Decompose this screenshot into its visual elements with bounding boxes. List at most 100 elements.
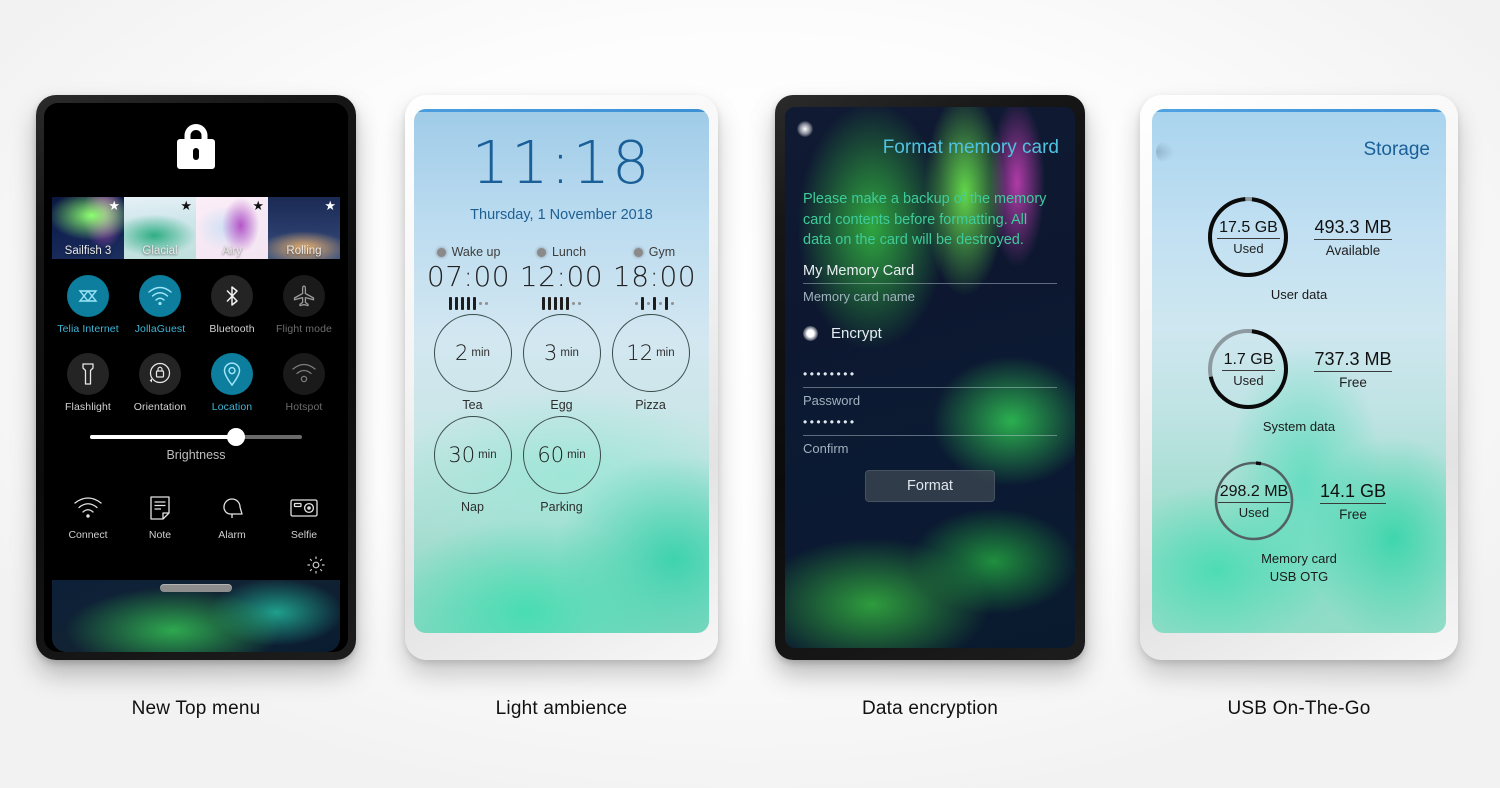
timer-row-2: 30 min Nap 60 min Parking xyxy=(428,416,695,514)
phone-top-menu: ★ Sailfish 3 ★ Glacial ★ Airy ★ Rolling xyxy=(36,95,356,660)
timer-parking[interactable]: 60 min Parking xyxy=(517,416,606,514)
timer-pizza[interactable]: 12 min Pizza xyxy=(606,314,695,412)
field-label: Confirm xyxy=(803,441,849,456)
shortcut-alarm[interactable]: Alarm xyxy=(196,491,268,541)
lock-screen: 11:18 Thursday, 1 November 2018 Wake up … xyxy=(414,109,709,633)
field-value[interactable]: My Memory Card xyxy=(803,263,1057,283)
caption-new-top-menu: New Top menu xyxy=(131,698,261,719)
free-space-info: 737.3 MB Free xyxy=(1314,349,1392,390)
mobile-data-icon xyxy=(67,275,109,317)
favorite-star-icon[interactable]: ★ xyxy=(252,199,264,212)
shortcut-label: Alarm xyxy=(218,529,246,541)
shortcut-selfie[interactable]: Selfie xyxy=(268,491,340,541)
storage-name: User data xyxy=(1270,287,1328,302)
alarm-days xyxy=(608,296,701,310)
caption-light-ambience: Light ambience xyxy=(495,698,628,719)
brightness-knob[interactable] xyxy=(227,428,246,446)
timer-value: 30 xyxy=(448,443,476,467)
favorite-star-icon[interactable]: ★ xyxy=(324,199,336,212)
wifi-icon xyxy=(139,275,181,317)
ambience-airy[interactable]: ★ Airy xyxy=(196,197,268,259)
storage-item-system-data[interactable]: 1.7 GB Used 737.3 MB Free System data xyxy=(1152,327,1446,436)
password-field[interactable]: •••••••• Password xyxy=(803,367,1057,408)
toggle-location[interactable]: Location xyxy=(196,353,268,413)
field-value[interactable]: •••••••• xyxy=(803,367,1057,387)
usage-donut: 1.7 GB Used xyxy=(1206,327,1290,411)
confirm-password-field[interactable]: •••••••• Confirm xyxy=(803,415,1057,456)
free-value: 14.1 GB xyxy=(1319,481,1387,504)
shortcut-note[interactable]: Note xyxy=(124,491,196,541)
timer-name: Parking xyxy=(540,500,583,514)
toggle-orientation[interactable]: Orientation xyxy=(124,353,196,413)
brightness-label: Brightness xyxy=(166,448,226,462)
toggle-label: Bluetooth xyxy=(209,323,255,335)
toggle-flight-mode[interactable]: Flight mode xyxy=(268,275,340,335)
ambience-label: Sailfish 3 xyxy=(64,245,112,257)
ambience-label: Airy xyxy=(222,245,242,257)
shortcut-label: Note xyxy=(148,529,172,541)
note-icon xyxy=(124,491,196,525)
alarm-item[interactable]: Gym 18:00 xyxy=(608,245,701,310)
dialog-title: Format memory card xyxy=(882,137,1059,158)
memory-card-name-field[interactable]: My Memory Card Memory card name xyxy=(803,263,1057,304)
encrypt-toggle-row[interactable]: Encrypt xyxy=(803,325,882,342)
timer-name: Egg xyxy=(550,398,573,412)
toggle-jollaguest[interactable]: JollaGuest xyxy=(124,275,196,335)
toggle-hotspot[interactable]: Hotspot xyxy=(268,353,340,413)
toggle-bluetooth[interactable]: Bluetooth xyxy=(196,275,268,335)
toggle-row-2: Flashlight Orientation Location Hotspot xyxy=(52,353,340,413)
gear-icon[interactable] xyxy=(306,555,326,575)
ambience-preview-bar[interactable] xyxy=(52,580,340,652)
toggle-telia-internet[interactable]: Telia Internet xyxy=(52,275,124,335)
timer-tea[interactable]: 2 min Tea xyxy=(428,314,517,412)
storage-item-memory-card[interactable]: 298.2 MB Used 14.1 GB Free Memory card U… xyxy=(1152,459,1446,585)
free-label: Free xyxy=(1339,506,1367,522)
airplane-icon xyxy=(283,275,325,317)
ambience-rolling[interactable]: ★ Rolling xyxy=(268,197,340,259)
shortcut-connect[interactable]: Connect xyxy=(52,491,124,541)
bluetooth-icon xyxy=(211,275,253,317)
pull-handle[interactable] xyxy=(160,584,232,592)
storage-screen: Storage 17.5 GB Used 493.3 MB Available … xyxy=(1152,109,1446,633)
timer-nap[interactable]: 30 min Nap xyxy=(428,416,517,514)
rotation-lock-icon xyxy=(139,353,181,395)
lock-icon xyxy=(177,124,215,169)
field-label: Memory card name xyxy=(803,289,915,304)
alarm-name: Wake up xyxy=(451,245,501,259)
favorite-star-icon[interactable]: ★ xyxy=(180,199,192,212)
field-value[interactable]: •••••••• xyxy=(803,415,1057,435)
favorite-star-icon[interactable]: ★ xyxy=(108,199,120,212)
alarm-name: Gym xyxy=(648,245,676,259)
usage-donut: 17.5 GB Used xyxy=(1206,195,1290,279)
caption-usb-on-the-go: USB On-The-Go xyxy=(1227,698,1371,719)
status-accent-line xyxy=(414,109,709,112)
storage-name: System data xyxy=(1262,419,1336,434)
alarm-status-dot-icon xyxy=(536,247,546,257)
shortcut-label: Selfie xyxy=(290,529,318,541)
toggle-label: Location xyxy=(211,401,253,413)
ambience-sailfish3[interactable]: ★ Sailfish 3 xyxy=(52,197,124,259)
camera-icon xyxy=(268,491,340,525)
timer-egg[interactable]: 3 min Egg xyxy=(517,314,606,412)
alarm-item[interactable]: Lunch 12:00 xyxy=(515,245,608,310)
toggle-label: Telia Internet xyxy=(57,323,119,335)
page-title: Storage xyxy=(1363,139,1430,160)
format-button[interactable]: Format xyxy=(865,470,995,502)
timer-unit: min xyxy=(567,449,586,461)
free-value: 493.3 MB xyxy=(1314,217,1392,240)
brightness-control[interactable]: Brightness xyxy=(52,428,340,462)
toggle-label: JollaGuest xyxy=(134,323,186,335)
feature-showcase: ★ Sailfish 3 ★ Glacial ★ Airy ★ Rolling xyxy=(0,0,1500,788)
alarm-list: Wake up 07:00 Lunch 12:00 Gym 18:00 xyxy=(422,245,701,310)
brightness-slider[interactable] xyxy=(90,428,302,446)
storage-item-user-data[interactable]: 17.5 GB Used 493.3 MB Available User dat… xyxy=(1152,195,1446,304)
used-value: 1.7 GB xyxy=(1221,351,1276,371)
toggle-flashlight[interactable]: Flashlight xyxy=(52,353,124,413)
encrypt-checkbox-icon[interactable] xyxy=(803,326,818,341)
caption-data-encryption: Data encryption xyxy=(861,698,999,719)
alarm-item[interactable]: Wake up 07:00 xyxy=(422,245,515,310)
free-space-info: 14.1 GB Free xyxy=(1319,481,1387,522)
brightness-fill xyxy=(90,435,237,439)
encrypt-label: Encrypt xyxy=(831,325,882,342)
ambience-glacial[interactable]: ★ Glacial xyxy=(124,197,196,259)
